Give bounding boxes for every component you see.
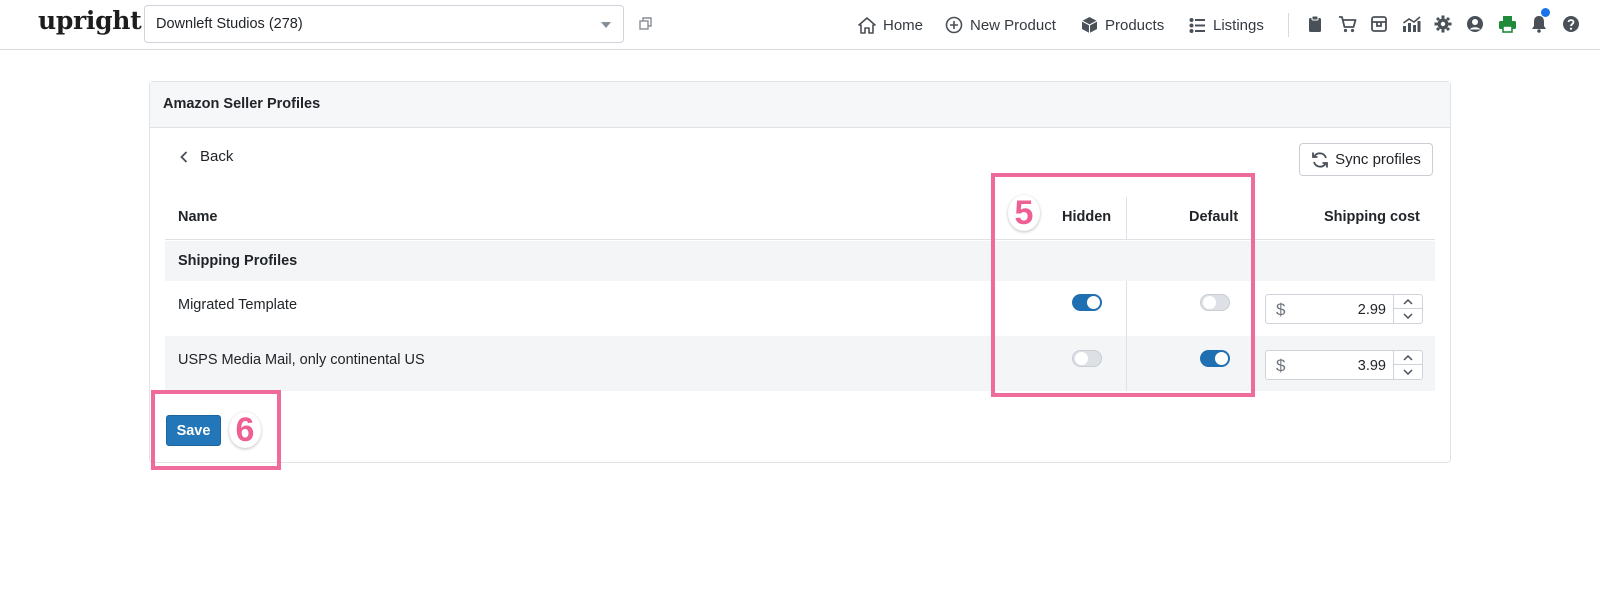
- group-label: Shipping Profiles: [178, 253, 298, 269]
- nav-listings-label: Listings: [1213, 16, 1264, 34]
- sync-icon: [1312, 152, 1328, 167]
- step-badge-5: 5: [1008, 195, 1040, 231]
- sync-profiles-label: Sync profiles: [1335, 151, 1421, 168]
- currency-symbol: $: [1276, 356, 1286, 375]
- card-header: Amazon Seller Profiles: [150, 82, 1450, 128]
- chart-icon[interactable]: [1400, 13, 1422, 35]
- chevron-up-icon: [1403, 298, 1413, 305]
- increment-button[interactable]: [1394, 351, 1422, 365]
- currency-symbol: $: [1276, 300, 1286, 319]
- shipping-cost-input[interactable]: $ 2.99: [1265, 294, 1423, 324]
- chevron-left-icon: [180, 150, 188, 163]
- store-icon[interactable]: [1368, 13, 1390, 35]
- profile-name: Migrated Template: [178, 297, 298, 313]
- list-icon: [1189, 17, 1205, 33]
- cart-icon[interactable]: [1336, 13, 1358, 35]
- nav-new-product-label: New Product: [970, 16, 1056, 34]
- printer-icon[interactable]: [1496, 13, 1518, 35]
- app-logo[interactable]: upright: [38, 6, 142, 35]
- profile-name: USPS Media Mail, only continental US: [178, 352, 425, 368]
- nav-products[interactable]: Products: [1081, 14, 1164, 36]
- shipping-cost-value: 2.99: [1357, 302, 1386, 318]
- highlight-box-save: [151, 390, 281, 470]
- nav-home-label: Home: [883, 16, 924, 34]
- back-link-label: Back: [200, 148, 234, 165]
- chevron-up-icon: [1403, 354, 1413, 361]
- decrement-button[interactable]: [1394, 309, 1422, 323]
- user-circle-icon[interactable]: [1464, 13, 1486, 35]
- nav-listings[interactable]: Listings: [1189, 14, 1264, 36]
- back-link[interactable]: Back: [180, 148, 233, 165]
- chevron-down-icon: [601, 22, 611, 28]
- home-icon: [858, 16, 876, 34]
- chevron-down-icon: [1403, 369, 1413, 375]
- number-stepper: [1393, 295, 1422, 323]
- store-select[interactable]: Downleft Studios (278): [144, 5, 624, 43]
- shipping-cost-value: 3.99: [1357, 358, 1386, 374]
- step-badge-6: 6: [229, 412, 261, 448]
- nav-home[interactable]: Home: [858, 14, 923, 36]
- open-external-icon[interactable]: [638, 16, 654, 32]
- step-number: 6: [235, 411, 255, 449]
- sync-profiles-button[interactable]: Sync profiles: [1299, 143, 1433, 176]
- nav-products-label: Products: [1105, 16, 1165, 34]
- logo-text: upright: [38, 6, 142, 35]
- cube-icon: [1081, 17, 1098, 33]
- shipping-cost-input[interactable]: $ 3.99: [1265, 350, 1423, 380]
- nav-divider: [1288, 13, 1289, 37]
- increment-button[interactable]: [1394, 295, 1422, 309]
- top-navbar: upright Downleft Studios (278) Home New …: [0, 0, 1600, 50]
- nav-new-product[interactable]: New Product: [945, 14, 1056, 36]
- number-stepper: [1393, 351, 1422, 379]
- notification-dot: [1541, 8, 1550, 17]
- help-icon[interactable]: [1560, 13, 1582, 35]
- clipboard-icon[interactable]: [1304, 13, 1326, 35]
- column-header-name: Name: [178, 209, 218, 225]
- card-title: Amazon Seller Profiles: [163, 96, 321, 112]
- step-number: 5: [1014, 194, 1034, 232]
- decrement-button[interactable]: [1394, 365, 1422, 379]
- store-select-value: Downleft Studios (278): [156, 16, 303, 32]
- column-header-shipping-cost: Shipping cost: [1324, 209, 1420, 225]
- chevron-down-icon: [1403, 313, 1413, 319]
- plus-circle-icon: [945, 16, 963, 34]
- gear-icon[interactable]: [1432, 13, 1454, 35]
